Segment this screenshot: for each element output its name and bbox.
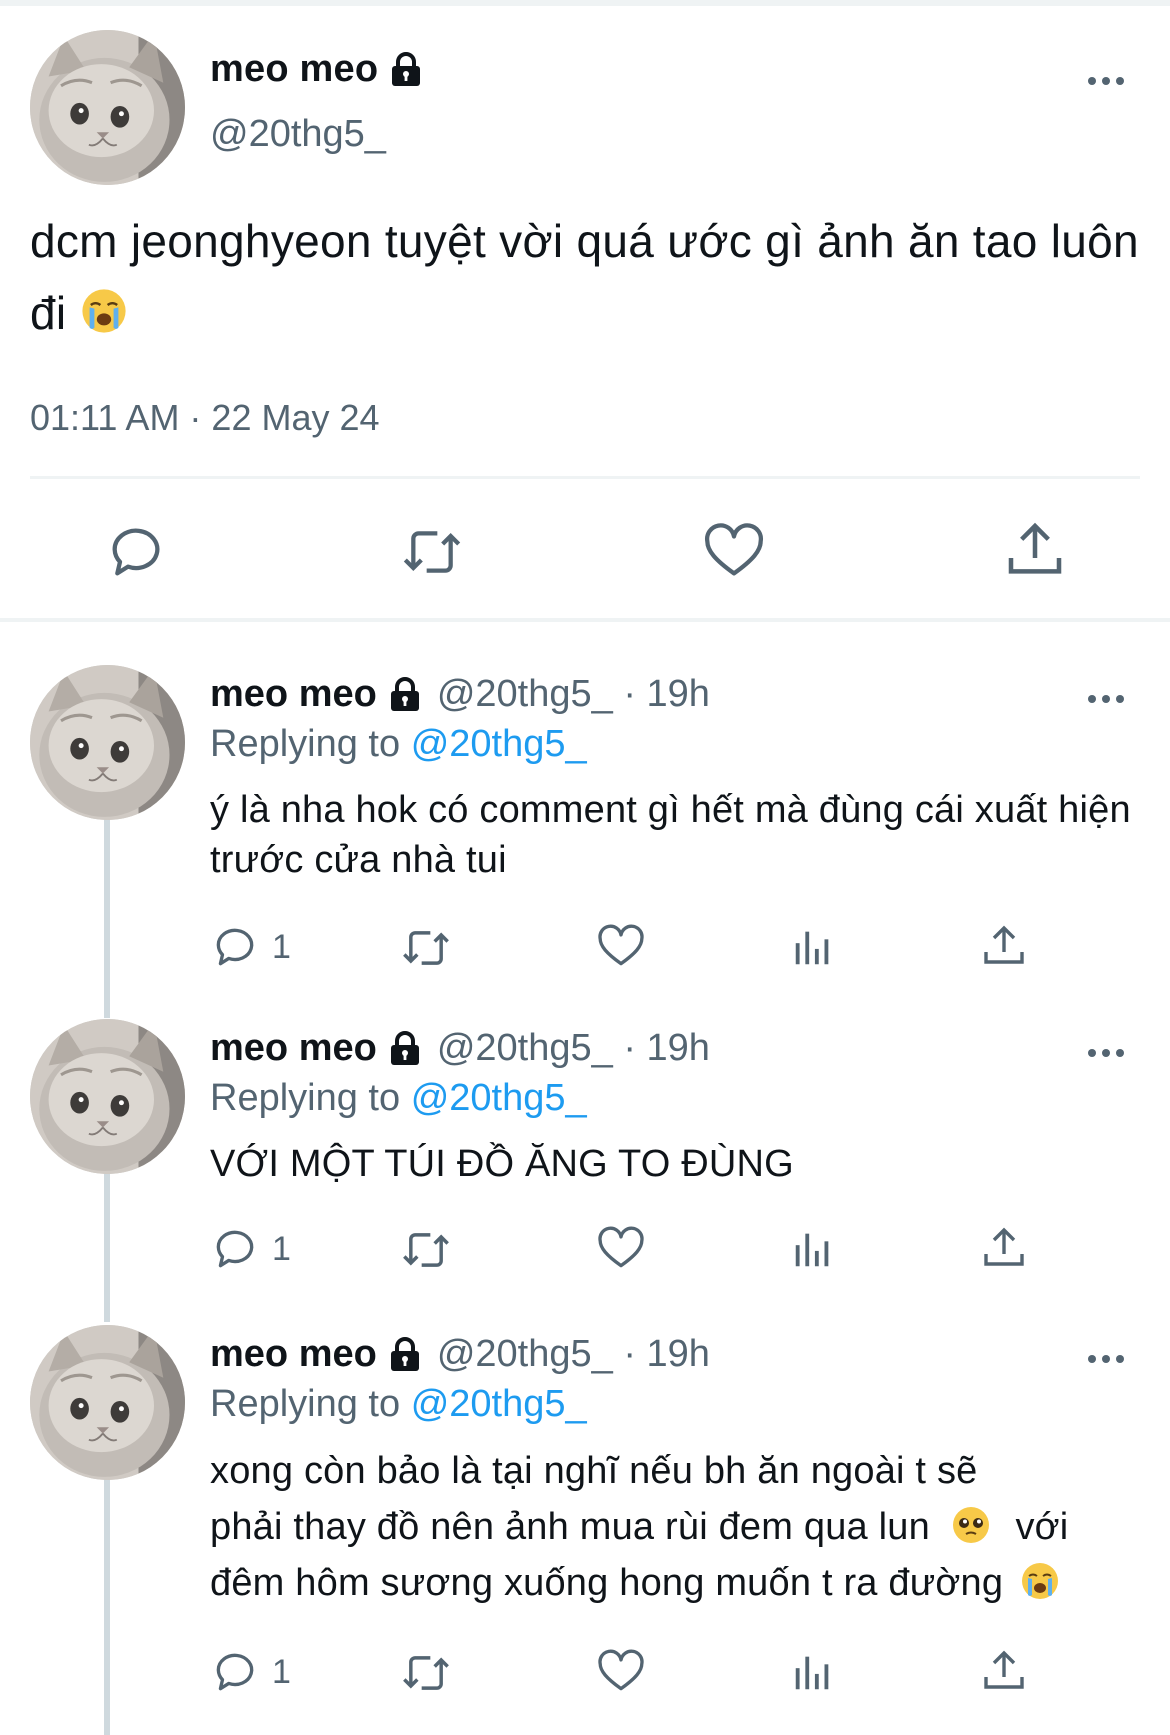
display-name-text: meo meo (210, 48, 379, 90)
more-options-icon[interactable] (1088, 1352, 1128, 1364)
more-options-icon[interactable] (1088, 692, 1128, 704)
main-tweet: meo meo @20thg5_ dcm jeonghyeon tuyệt vờ… (0, 0, 1170, 621)
share-icon[interactable] (1003, 518, 1067, 582)
section-divider (0, 618, 1170, 622)
reply-icon[interactable] (210, 1224, 260, 1274)
reply-text-line: xong còn bảo là tại nghĩ nếu bh ăn ngoài… (210, 1450, 978, 1492)
views-button[interactable] (790, 1224, 836, 1274)
reply-tweet[interactable]: meo meo @20thg5_ · 19h Replying to @20th… (0, 665, 1170, 1005)
views-button[interactable] (790, 1647, 836, 1697)
retweet-icon[interactable] (400, 520, 464, 584)
reply-text: xong còn bảo là tại nghĩ nếu bh ăn ngoài… (210, 1443, 1140, 1611)
retweet-button[interactable] (400, 1224, 452, 1276)
cat-avatar-image (30, 1325, 185, 1480)
reply-icon[interactable] (210, 1647, 260, 1697)
like-icon[interactable] (596, 1647, 646, 1697)
views-button[interactable] (790, 922, 836, 972)
reply-tweet[interactable]: meo meo @20thg5_ · 19h Replying to @20th… (0, 1325, 1170, 1735)
views-icon[interactable] (790, 1647, 836, 1697)
share-button[interactable] (980, 922, 1028, 970)
replying-to-label: Replying to (210, 1383, 401, 1425)
display-name[interactable]: meo meo (210, 673, 377, 716)
handle-and-time[interactable]: @20thg5_ · 19h (437, 1333, 710, 1376)
like-icon[interactable] (596, 922, 646, 972)
handle-and-time[interactable]: @20thg5_ · 19h (437, 673, 710, 716)
replying-to-handle-link[interactable]: @20thg5_ (411, 723, 587, 765)
like-button[interactable] (596, 1224, 646, 1274)
replying-to: Replying to @20thg5_ (210, 723, 587, 766)
share-icon[interactable] (980, 922, 1028, 970)
reply-text-line: phải thay đồ nên ảnh mua rùi đem qua lun… (210, 1499, 1140, 1555)
retweet-button[interactable] (400, 1647, 452, 1699)
views-icon[interactable] (790, 922, 836, 972)
lock-icon (387, 1337, 423, 1373)
reply-text-line: đêm hôm sương xuống hong muốn t ra đường (210, 1555, 1140, 1611)
reply-text-segment: phải thay đồ nên ảnh mua rùi đem qua lun (210, 1506, 930, 1548)
reply-text: ý là nha hok có comment gì hết mà đùng c… (210, 789, 1131, 881)
cat-avatar-image (30, 1019, 185, 1174)
avatar[interactable] (30, 1019, 185, 1174)
handle[interactable]: @20thg5_ (210, 113, 386, 156)
reply-button[interactable]: 1 (210, 1647, 291, 1697)
lock-icon (387, 677, 423, 713)
replying-to-label: Replying to (210, 723, 401, 765)
share-icon[interactable] (980, 1647, 1028, 1695)
like-icon[interactable] (702, 520, 766, 584)
tweet-text: dcm jeonghyeon tuyệt vời quá ước gì ảnh … (30, 205, 1140, 349)
reply-actions: 1 (0, 1647, 1170, 1707)
more-options-icon[interactable] (1088, 1046, 1128, 1058)
cat-avatar-image (30, 30, 185, 185)
reply-button[interactable]: 1 (210, 922, 291, 972)
share-button[interactable] (980, 1224, 1028, 1272)
retweet-icon[interactable] (400, 922, 452, 974)
replying-to: Replying to @20thg5_ (210, 1383, 587, 1426)
reply-actions: 1 (0, 1224, 1170, 1284)
tweet-timestamp: 01:11 AM · 22 May 24 (30, 397, 380, 438)
like-button[interactable] (596, 922, 646, 972)
display-name[interactable]: meo meo (210, 48, 424, 91)
like-button[interactable] (596, 1647, 646, 1697)
reply-button[interactable]: 1 (210, 1224, 291, 1274)
retweet-icon[interactable] (400, 1224, 452, 1276)
avatar[interactable] (30, 1325, 185, 1480)
crying-emoji (80, 287, 128, 335)
display-name[interactable]: meo meo (210, 1027, 377, 1070)
replying-to-handle-link[interactable]: @20thg5_ (411, 1077, 587, 1119)
reply-tweet[interactable]: meo meo @20thg5_ · 19h Replying to @20th… (0, 1019, 1170, 1319)
reply-icon[interactable] (104, 520, 168, 584)
views-icon[interactable] (790, 1224, 836, 1274)
tweet-text-content: dcm jeonghyeon tuyệt vời quá ước gì ảnh … (30, 215, 1139, 339)
display-name[interactable]: meo meo (210, 1333, 377, 1376)
avatar[interactable] (30, 665, 185, 820)
crying-emoji (1020, 1561, 1060, 1601)
reply-actions: 1 (0, 922, 1170, 982)
reply-header: meo meo @20thg5_ · 19h (210, 1027, 710, 1070)
handle-and-time[interactable]: @20thg5_ · 19h (437, 1027, 710, 1070)
replying-to-handle-link[interactable]: @20thg5_ (411, 1383, 587, 1425)
replying-to: Replying to @20thg5_ (210, 1077, 587, 1120)
like-icon[interactable] (596, 1224, 646, 1274)
reply-icon[interactable] (210, 922, 260, 972)
share-icon[interactable] (980, 1224, 1028, 1272)
share-button[interactable] (980, 1647, 1028, 1695)
reply-header: meo meo @20thg5_ · 19h (210, 1333, 710, 1376)
avatar[interactable] (30, 30, 185, 185)
replying-to-label: Replying to (210, 1077, 401, 1119)
reply-header: meo meo @20thg5_ · 19h (210, 673, 710, 716)
reply-count: 1 (272, 1229, 291, 1268)
pleading-emoji (951, 1505, 991, 1545)
reply-text-segment: đêm hôm sương xuống hong muốn t ra đường (210, 1562, 1004, 1604)
cat-avatar-image (30, 665, 185, 820)
retweet-button[interactable] (400, 922, 452, 974)
reply-count: 1 (272, 1652, 291, 1691)
lock-icon (388, 52, 424, 88)
divider (30, 476, 1140, 479)
more-options-icon[interactable] (1088, 74, 1128, 86)
lock-icon (387, 1031, 423, 1067)
reply-text: VỚI MỘT TÚI ĐỒ ĂNG TO ĐÙNG (210, 1143, 794, 1185)
retweet-icon[interactable] (400, 1647, 452, 1699)
reply-text-segment: với (1015, 1506, 1069, 1548)
reply-count: 1 (272, 927, 291, 966)
